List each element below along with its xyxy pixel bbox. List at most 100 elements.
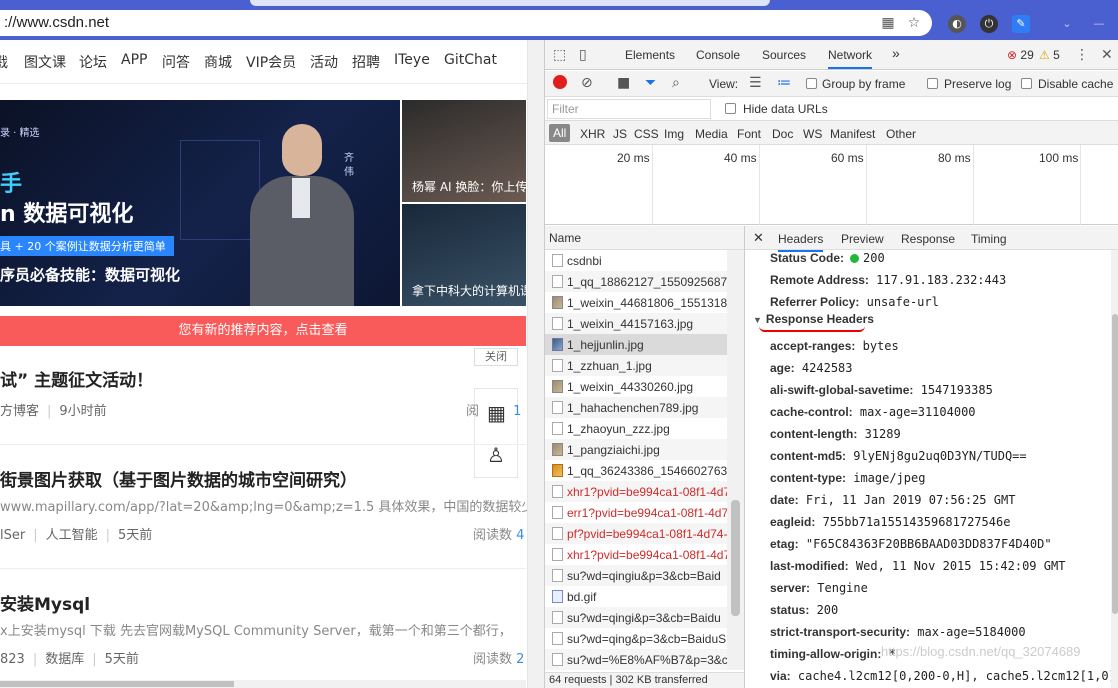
side-card[interactable]: 拿下中科大的计算机课 — [402, 204, 526, 306]
url-text[interactable]: ://www.csdn.net — [4, 14, 109, 31]
extension-blue-icon[interactable]: ✎ — [1012, 15, 1030, 33]
request-row[interactable]: su?wd=%E8%AF%B7&p=3&c — [545, 649, 727, 670]
tab-timing[interactable]: Timing — [971, 232, 1007, 246]
detail-scrollbar[interactable] — [1111, 250, 1118, 688]
nav-item[interactable]: 戡 — [0, 52, 8, 72]
warning-count[interactable]: ⚠ 5 — [1039, 48, 1060, 62]
nav-item[interactable]: VIP会员 — [246, 52, 296, 72]
tab-elements[interactable]: Elements — [625, 48, 675, 62]
tab-sources[interactable]: Sources — [762, 48, 806, 62]
preserve-log-checkbox[interactable] — [927, 78, 938, 89]
hide-data-urls-checkbox[interactable] — [725, 103, 736, 114]
menu-chevron-icon[interactable]: ⌄ — [1058, 15, 1076, 33]
request-row[interactable]: err1?pvid=be994ca1-08f1-4d7 — [545, 502, 727, 523]
request-row[interactable]: pf?pvid=be994ca1-08f1-4d74- — [545, 523, 727, 544]
recommend-bar[interactable]: 您有新的推荐内容，点击查看 — [0, 316, 526, 346]
request-row[interactable]: 1_hejjunlin.jpg — [545, 334, 727, 355]
request-row[interactable]: 1_qq_36243386_1546602763.jp — [545, 460, 727, 481]
request-row[interactable]: su?wd=qingi&p=3&cb=Baidu — [545, 607, 727, 628]
nav-item[interactable]: 招聘 — [352, 52, 380, 72]
close-devtools-icon[interactable]: ✕ — [1101, 47, 1113, 63]
request-row[interactable]: csdnbi — [545, 250, 727, 271]
response-headers-toggle[interactable]: ▼ Response Headers — [753, 312, 874, 326]
error-count[interactable]: ⊗ 29 — [1007, 48, 1034, 62]
network-timeline[interactable]: 20 ms 40 ms 60 ms 80 ms 100 ms — [545, 145, 1118, 225]
type-filter-font[interactable]: Font — [737, 127, 761, 141]
minimize-icon[interactable]: — — [1090, 15, 1108, 33]
close-button[interactable]: 关闭 — [474, 348, 518, 366]
tab-headers[interactable]: Headers — [778, 232, 824, 252]
request-row[interactable]: 1_weixin_44157163.jpg — [545, 313, 727, 334]
nav-item[interactable]: 商城 — [204, 52, 232, 72]
request-row[interactable]: bd.gif — [545, 586, 727, 607]
nav-item[interactable]: APP — [121, 52, 147, 68]
article-title[interactable]: 街景图片获取（基于图片数据的城市空间研究） — [0, 466, 357, 491]
filter-input[interactable]: Filter — [547, 99, 711, 119]
kebab-menu-icon[interactable]: ⋮ — [1075, 47, 1089, 63]
clear-icon[interactable]: ⊘ — [581, 75, 593, 91]
address-bar[interactable]: ://www.csdn.net ▦ ☆ — [0, 10, 932, 36]
disable-cache-checkbox[interactable] — [1021, 78, 1032, 89]
request-row[interactable]: 1_qq_18862127_1550925687.jp — [545, 271, 727, 292]
type-filter-media[interactable]: Media — [695, 127, 728, 141]
more-tabs-icon[interactable]: » — [892, 45, 900, 61]
tab-preview[interactable]: Preview — [841, 232, 884, 246]
group-by-frame-checkbox[interactable] — [806, 78, 817, 89]
nav-item[interactable]: ITeye — [394, 52, 430, 68]
request-row[interactable]: 1_zhaoyun_zzz.jpg — [545, 418, 727, 439]
close-detail-icon[interactable]: ✕ — [753, 230, 764, 246]
type-filter-img[interactable]: Img — [664, 127, 684, 141]
extension-icon[interactable]: ◐ — [948, 15, 966, 33]
horizontal-scrollbar[interactable] — [0, 680, 526, 688]
article-tag[interactable]: 人工智能 — [46, 528, 98, 543]
article-author[interactable]: 823 — [0, 652, 25, 667]
article-title[interactable]: 试” 主题征文活动！ — [0, 366, 153, 391]
article-tag[interactable]: 数据库 — [45, 652, 84, 667]
side-card[interactable]: 杨幂 AI 换脸：你上传 — [402, 100, 526, 202]
type-filter-js[interactable]: JS — [613, 127, 627, 141]
type-filter-css[interactable]: CSS — [634, 127, 659, 141]
request-row[interactable]: xhr1?pvid=be994ca1-08f1-4d7 — [545, 544, 727, 565]
tab-response[interactable]: Response — [901, 232, 955, 246]
type-filter-doc[interactable]: Doc — [772, 127, 793, 141]
request-row[interactable]: xhr1?pvid=be994ca1-08f1-4d7 — [545, 481, 727, 502]
request-row[interactable]: su?wd=qing&p=3&cb=BaiduS — [545, 628, 727, 649]
type-filter-other[interactable]: Other — [886, 127, 916, 141]
screenshot-icon[interactable]: ■ — [617, 75, 630, 91]
name-column-header[interactable]: Name — [545, 226, 744, 250]
request-list-scrollbar[interactable] — [727, 250, 744, 670]
waterfall-view-icon[interactable]: ≔ — [777, 75, 791, 91]
request-row[interactable]: 1_hahachenchen789.jpg — [545, 397, 727, 418]
article-author[interactable]: lSer — [0, 528, 25, 543]
promo-banner[interactable]: 录 · 精选 手 n 数据可视化 具 + 20 个案例让数据分析更简单 序员必备… — [0, 100, 400, 306]
filter-icon[interactable]: ⏷ — [645, 75, 656, 91]
type-filter-ws[interactable]: WS — [803, 127, 822, 141]
type-filter-all[interactable]: All — [549, 124, 571, 142]
qr-code-icon[interactable]: ▦ — [880, 15, 896, 31]
request-row[interactable]: 1_weixin_44330260.jpg — [545, 376, 727, 397]
list-view-icon[interactable]: ☰ — [749, 75, 762, 91]
bookmark-star-icon[interactable]: ☆ — [906, 15, 922, 31]
search-icon[interactable]: ⌕ — [672, 75, 680, 91]
inspect-element-icon[interactable]: ⬚ — [553, 47, 566, 63]
qq-icon[interactable]: ♙ — [487, 443, 505, 467]
article-author[interactable]: 方博客 — [0, 404, 39, 419]
request-row[interactable]: 1_pangziaichi.jpg — [545, 439, 727, 460]
device-toggle-icon[interactable]: ▯ — [579, 47, 587, 63]
article-title[interactable]: 安装Mysql — [0, 590, 90, 615]
type-filter-manifest[interactable]: Manifest — [830, 127, 875, 141]
nav-item[interactable]: 活动 — [310, 52, 338, 72]
record-icon[interactable] — [553, 75, 567, 89]
nav-item[interactable]: 图文课 — [24, 52, 66, 72]
power-icon[interactable]: ⏻ — [980, 15, 998, 33]
nav-item[interactable]: 问答 — [162, 52, 190, 72]
nav-item[interactable]: GitChat — [444, 52, 497, 68]
type-filter-xhr[interactable]: XHR — [580, 127, 605, 141]
page-scrollbar[interactable] — [527, 40, 544, 688]
tab-network[interactable]: Network — [828, 48, 873, 69]
request-row[interactable]: 1_zzhuan_1.jpg — [545, 355, 727, 376]
request-row[interactable]: 1_weixin_44681806_15513184 — [545, 292, 727, 313]
tab-console[interactable]: Console — [696, 48, 740, 62]
request-row[interactable]: su?wd=qingiu&p=3&cb=Baid — [545, 565, 727, 586]
nav-item[interactable]: 论坛 — [79, 52, 107, 72]
